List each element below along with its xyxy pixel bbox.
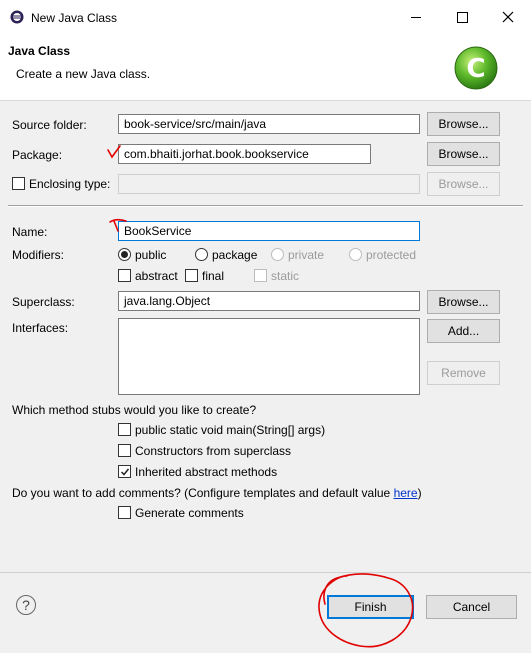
finish-circle-annotation xyxy=(318,573,414,648)
package-check-mark xyxy=(107,145,121,159)
name-check-mark xyxy=(109,218,127,232)
red-annotation-overlay xyxy=(107,145,414,648)
